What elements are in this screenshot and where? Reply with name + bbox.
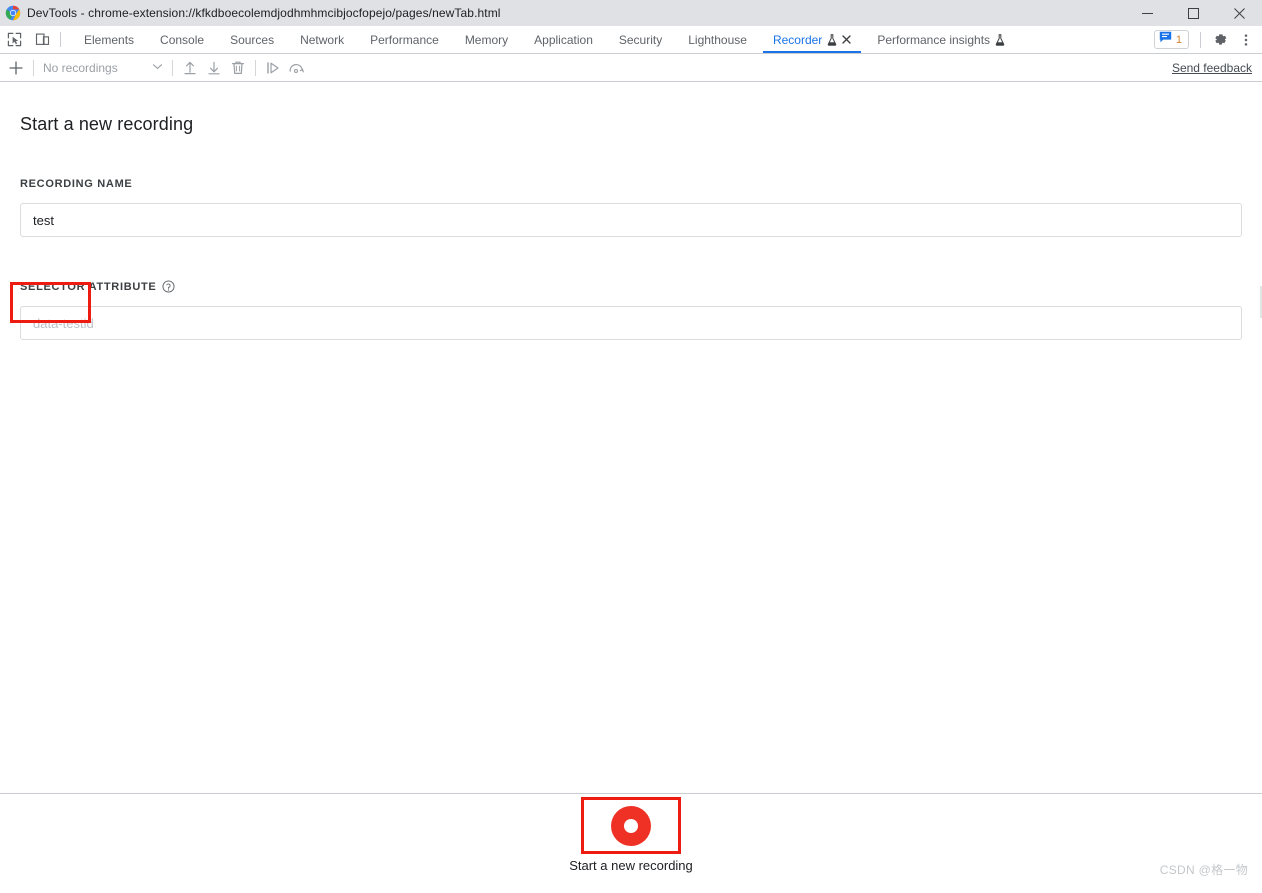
window-title: DevTools - chrome-extension://kfkdboecol… — [27, 6, 501, 20]
chevron-down-icon — [152, 59, 163, 77]
start-recording-button[interactable] — [611, 805, 651, 846]
window-titlebar: DevTools - chrome-extension://kfkdboecol… — [0, 0, 1262, 26]
tab-sources[interactable]: Sources — [217, 26, 287, 53]
tab-label: Sources — [230, 32, 275, 47]
import-upload-icon[interactable] — [178, 56, 202, 80]
chrome-logo-icon — [5, 5, 21, 21]
record-section: Start a new recording CSDN @格一物 — [0, 794, 1262, 886]
tab-label: Application — [534, 32, 593, 47]
recording-name-input[interactable]: test — [20, 203, 1242, 237]
tab-recorder[interactable]: Recorder — [760, 26, 864, 53]
plus-icon[interactable] — [4, 56, 28, 80]
tab-label: Performance insights — [877, 32, 991, 47]
devtools-tabbar: Elements Console Sources Network Perform… — [0, 26, 1262, 54]
devtools-tabbar-actions: 1 — [1153, 26, 1262, 53]
field-label-text: SELECTOR ATTRIBUTE — [20, 280, 157, 293]
tab-label: Memory — [464, 32, 509, 47]
recorder-toolbar: No recordings Send feedback — [0, 54, 1262, 82]
tab-label: Elements — [84, 32, 135, 47]
field-label-text: RECORDING NAME — [20, 178, 133, 190]
device-toolbar-icon[interactable] — [28, 26, 56, 53]
recordings-select[interactable]: No recordings — [39, 57, 167, 79]
record-button-label: Start a new recording — [569, 858, 693, 873]
tab-label: Lighthouse — [688, 32, 747, 47]
tab-console[interactable]: Console — [147, 26, 217, 53]
selector-attribute-input[interactable]: data-testid — [20, 306, 1242, 340]
tab-label: Performance — [370, 32, 439, 47]
issues-count: 1 — [1175, 33, 1182, 46]
tab-label: Console — [160, 32, 205, 47]
measure-replay-icon[interactable] — [285, 56, 309, 80]
recordings-select-value: No recordings — [43, 60, 118, 75]
replay-step-icon[interactable] — [261, 56, 285, 80]
toolbar-divider — [255, 59, 256, 76]
devtools-tab-list: Elements Console Sources Network Perform… — [71, 26, 1018, 53]
tab-application[interactable]: Application — [521, 26, 606, 53]
minimize-button[interactable] — [1124, 0, 1170, 26]
close-button[interactable] — [1216, 0, 1262, 26]
record-dot-inner — [624, 818, 638, 833]
tab-lighthouse[interactable]: Lighthouse — [675, 26, 760, 53]
watermark: CSDN @格一物 — [1159, 863, 1248, 877]
issues-speech-bubble-icon — [1159, 31, 1172, 49]
tab-performance[interactable]: Performance — [357, 26, 452, 53]
tab-security[interactable]: Security — [606, 26, 675, 53]
selector-attribute-placeholder: data-testid — [33, 315, 94, 331]
inspect-element-icon[interactable] — [0, 26, 28, 53]
experiment-flask-icon — [995, 33, 1005, 46]
tab-elements[interactable]: Elements — [71, 26, 147, 53]
export-download-icon[interactable] — [202, 56, 226, 80]
maximize-button[interactable] — [1170, 0, 1216, 26]
selector-attribute-label: SELECTOR ATTRIBUTE — [20, 280, 1242, 293]
more-vertical-icon[interactable] — [1234, 28, 1258, 52]
recorder-main-panel: Start a new recording RECORDING NAME tes… — [0, 82, 1262, 794]
tab-performance-insights[interactable]: Performance insights — [864, 26, 1018, 53]
tab-label: Security — [618, 32, 663, 47]
tab-memory[interactable]: Memory — [452, 26, 521, 53]
page-title: Start a new recording — [20, 114, 194, 134]
toolbar-divider — [172, 59, 173, 76]
experiment-flask-icon — [827, 33, 837, 46]
tab-close-icon[interactable] — [842, 35, 852, 44]
send-feedback-link[interactable]: Send feedback — [1172, 61, 1252, 75]
recording-name-value: test — [33, 212, 54, 228]
annotation-record-button — [581, 797, 681, 854]
tab-label: Network — [300, 32, 345, 47]
window-controls — [1124, 0, 1262, 26]
actions-divider — [1200, 31, 1201, 48]
trash-icon[interactable] — [226, 56, 250, 80]
gear-icon[interactable] — [1208, 28, 1232, 52]
issues-badge[interactable]: 1 — [1153, 30, 1189, 49]
toolbar-divider — [33, 59, 34, 76]
help-question-icon[interactable] — [162, 280, 175, 293]
tab-network[interactable]: Network — [287, 26, 357, 53]
record-button-wrap: Start a new recording — [0, 797, 1262, 873]
tabbar-divider — [60, 32, 61, 47]
tab-label: Recorder — [772, 32, 823, 47]
recording-name-label: RECORDING NAME — [20, 178, 1242, 190]
